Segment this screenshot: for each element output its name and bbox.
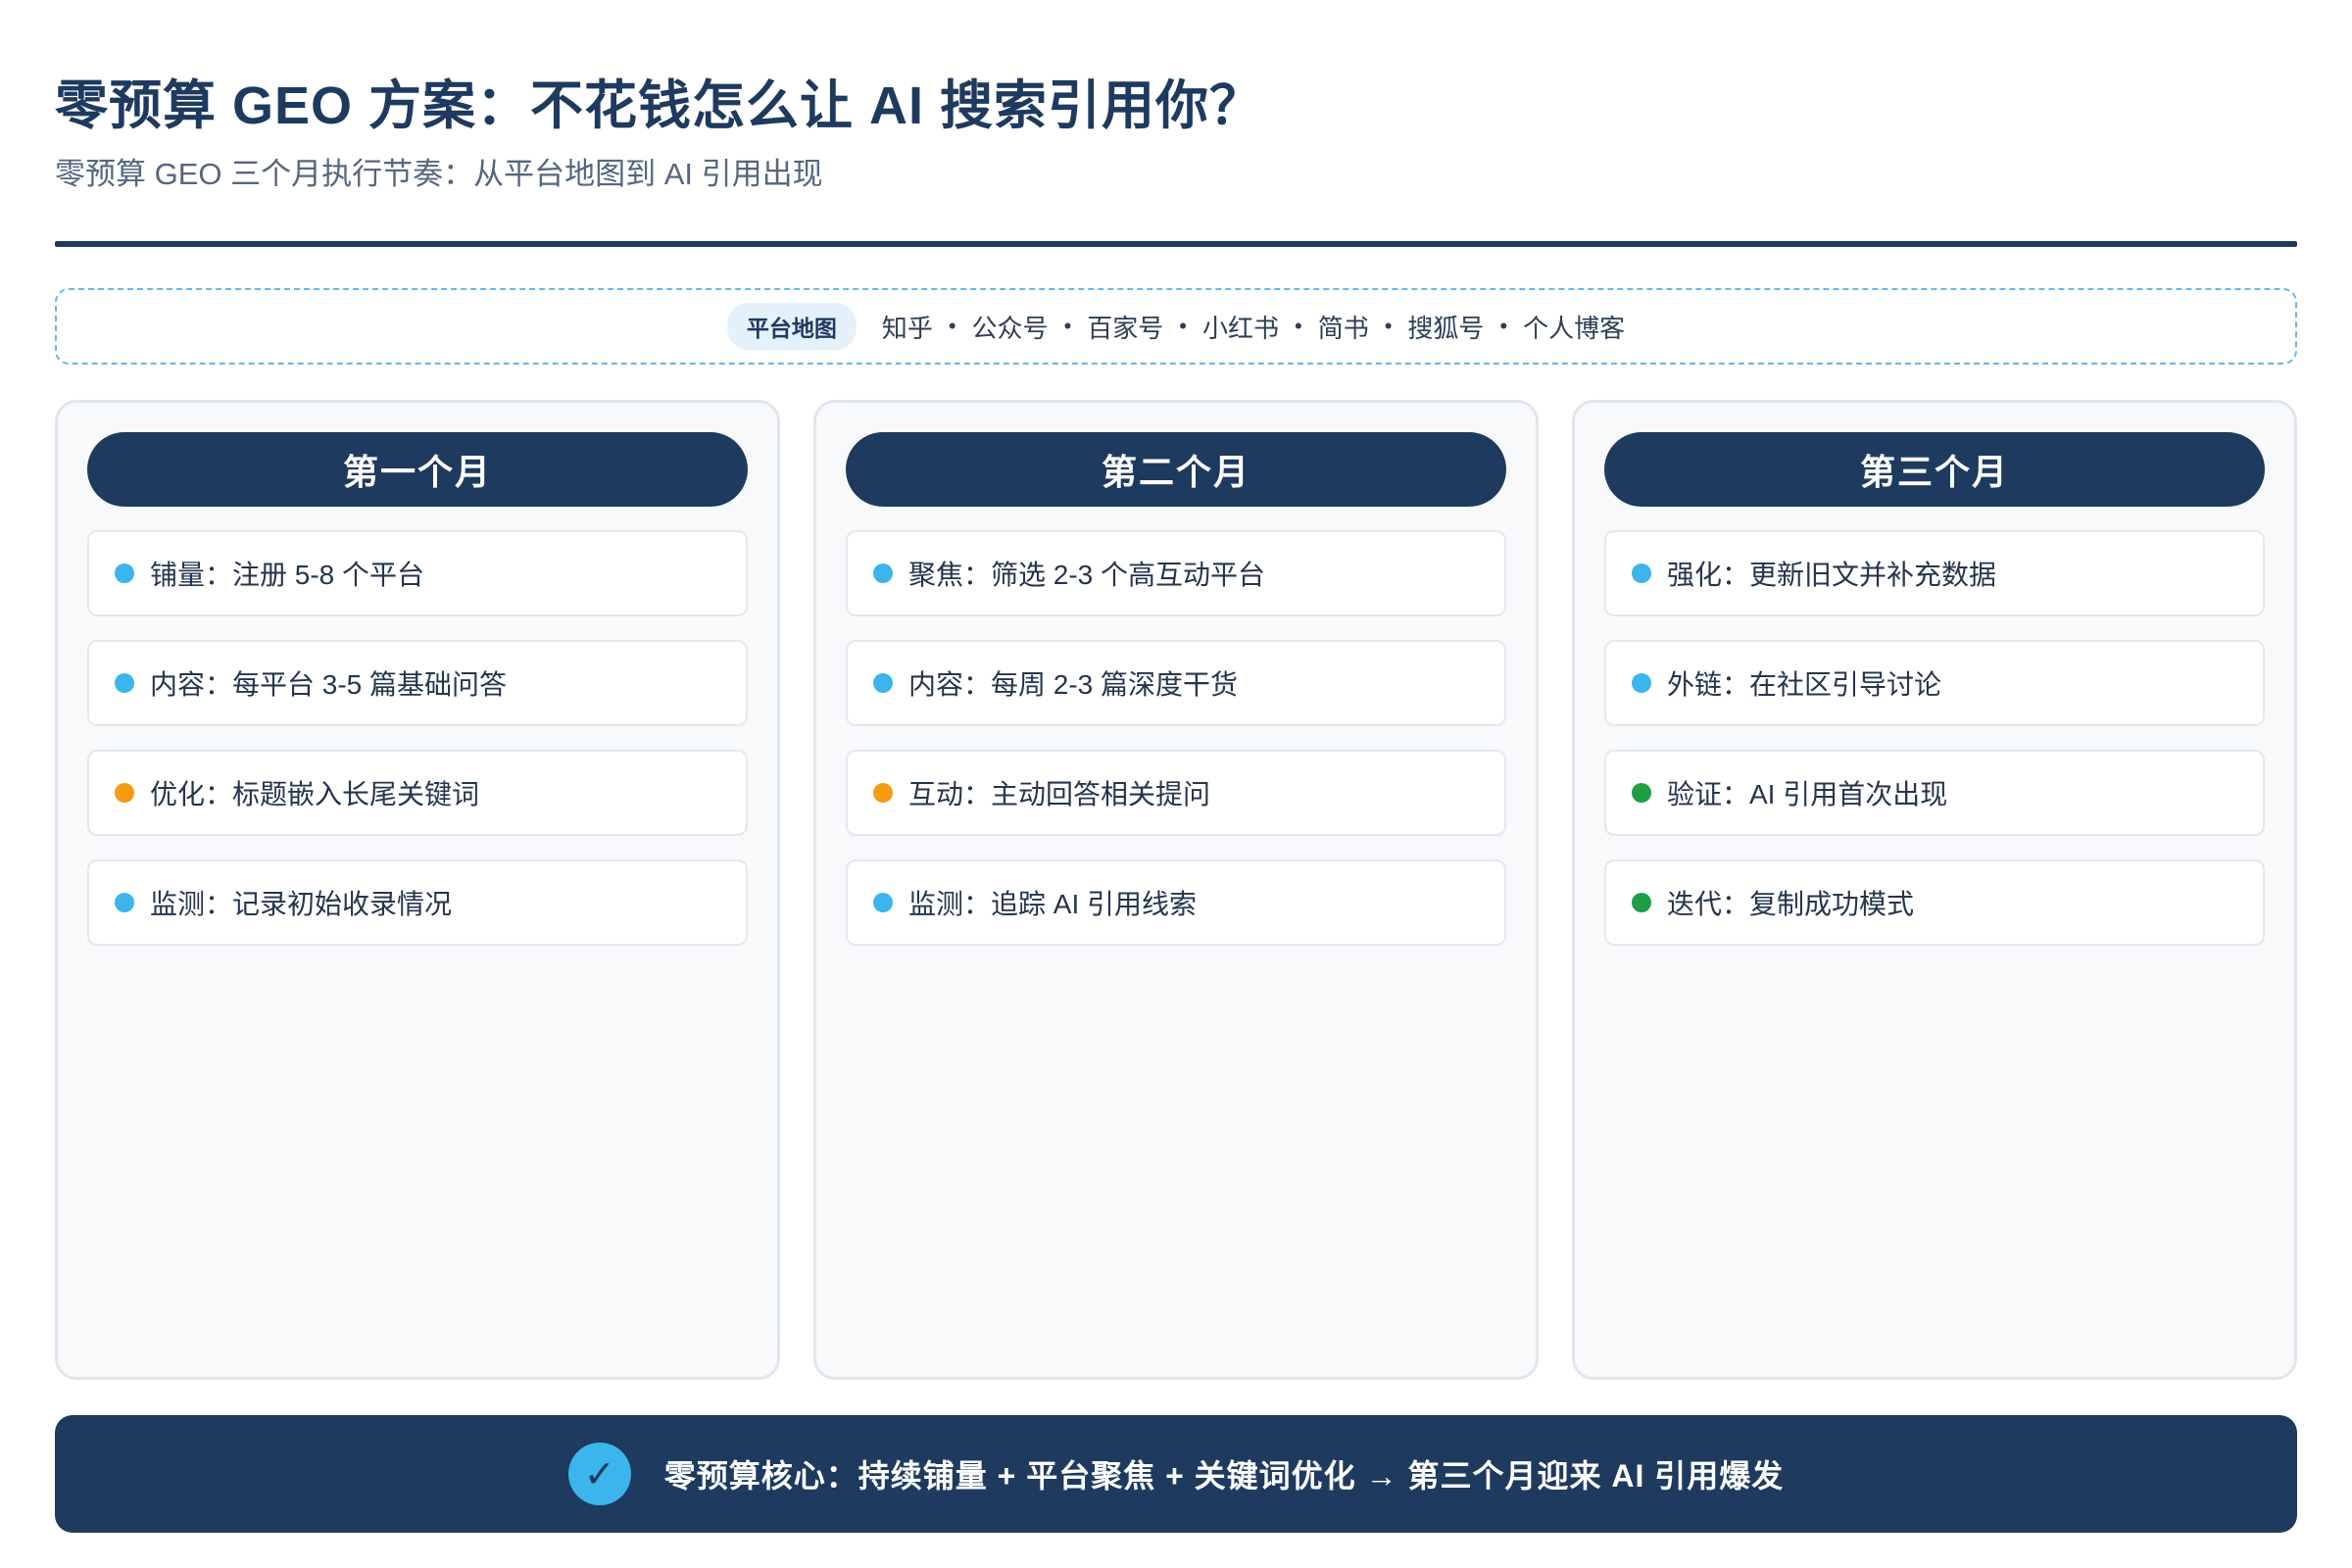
task-item: 优化：标题嵌入长尾关键词 [87, 750, 748, 836]
page-title: 零预算 GEO 方案：不花钱怎么让 AI 搜索引用你？ [55, 76, 1264, 135]
task-item: 验证：AI 引用首次出现 [1604, 750, 2265, 836]
bullet-dot [115, 673, 134, 693]
platform-separator: • [1295, 314, 1302, 338]
platform-separator: • [1063, 314, 1072, 338]
bullet-dot [1632, 673, 1651, 693]
bullet-dot [873, 564, 893, 583]
task-item: 迭代：复制成功模式 [1604, 859, 2265, 946]
platform-item-sohu: 搜狐号 [1407, 313, 1485, 343]
month-header-1: 第一个月 [87, 432, 748, 507]
task-text: 铺量：注册 5-8 个平台 [150, 560, 425, 590]
month-column-1: 第一个月 铺量：注册 5-8 个平台 内容：每平台 3-5 篇基础问答 优化：标… [55, 400, 780, 1380]
page-subtitle: 零预算 GEO 三个月执行节奏：从平台地图到 AI 引用出现 [55, 157, 823, 191]
task-item: 内容：每平台 3-5 篇基础问答 [87, 640, 748, 726]
platform-map-bar: 平台地图 知乎 • 公众号 • 百家号 • 小红书 • 简书 • 搜狐号 • 个… [55, 288, 2297, 365]
task-item: 监测：记录初始收录情况 [87, 859, 748, 946]
task-item: 聚焦：筛选 2-3 个高互动平台 [846, 530, 1506, 616]
platform-separator: • [1179, 314, 1187, 338]
platform-item-zhihu: 知乎 [881, 313, 933, 343]
platform-item-blog: 个人博客 [1523, 313, 1626, 343]
platform-item-xiaohongshu: 小红书 [1201, 313, 1279, 343]
bullet-dot [873, 673, 893, 693]
platform-map-tag: 平台地图 [726, 303, 857, 350]
task-item: 铺量：注册 5-8 个平台 [87, 530, 748, 616]
platform-item-wechat: 公众号 [971, 313, 1049, 343]
bullet-dot [115, 783, 134, 803]
bullet-dot [873, 783, 893, 803]
bullet-dot [115, 564, 134, 583]
bullet-dot [873, 893, 893, 912]
divider [55, 241, 2297, 247]
task-text: 强化：更新旧文并补充数据 [1667, 560, 1997, 590]
check-icon: ✓ [567, 1443, 631, 1505]
task-item: 强化：更新旧文并补充数据 [1604, 530, 2265, 616]
task-text: 迭代：复制成功模式 [1667, 889, 1915, 919]
bullet-dot [115, 893, 134, 912]
task-text: 内容：每平台 3-5 篇基础问答 [150, 669, 508, 700]
month-header-2: 第二个月 [846, 432, 1506, 507]
task-text: 优化：标题嵌入长尾关键词 [150, 779, 480, 809]
page: 零预算 GEO 方案：不花钱怎么让 AI 搜索引用你？ 零预算 GEO 三个月执… [0, 0, 2352, 1568]
summary-banner: ✓ 零预算核心：持续铺量 + 平台聚焦 + 关键词优化 → 第三个月迎来 AI … [55, 1415, 2297, 1533]
task-item: 互动：主动回答相关提问 [846, 750, 1506, 836]
task-text: 聚焦：筛选 2-3 个高互动平台 [908, 560, 1266, 590]
bullet-dot [1632, 893, 1651, 912]
month-columns: 第一个月 铺量：注册 5-8 个平台 内容：每平台 3-5 篇基础问答 优化：标… [55, 400, 2297, 1380]
task-text: 监测：追踪 AI 引用线索 [908, 889, 1198, 919]
task-item: 内容：每周 2-3 篇深度干货 [846, 640, 1506, 726]
task-text: 外链：在社区引导讨论 [1667, 669, 1942, 700]
bullet-dot [1632, 564, 1651, 583]
task-item: 监测：追踪 AI 引用线索 [846, 859, 1506, 946]
platform-separator: • [948, 314, 956, 338]
header: 零预算 GEO 方案：不花钱怎么让 AI 搜索引用你？ 零预算 GEO 三个月执… [55, 0, 2297, 194]
month-header-3: 第三个月 [1604, 432, 2265, 507]
bullet-dot [1632, 783, 1651, 803]
platform-item-baijiahao: 百家号 [1087, 313, 1164, 343]
month-column-2: 第二个月 聚焦：筛选 2-3 个高互动平台 内容：每周 2-3 篇深度干货 互动… [813, 400, 1539, 1380]
platform-separator: • [1384, 314, 1393, 338]
platform-separator: • [1499, 314, 1508, 338]
task-text: 验证：AI 引用首次出现 [1667, 779, 1948, 809]
month-column-3: 第三个月 强化：更新旧文并补充数据 外链：在社区引导讨论 验证：AI 引用首次出… [1572, 400, 2297, 1380]
task-text: 监测：记录初始收录情况 [150, 889, 453, 919]
task-text: 互动：主动回答相关提问 [908, 779, 1211, 809]
platform-item-jianshu: 简书 [1317, 313, 1369, 343]
task-item: 外链：在社区引导讨论 [1604, 640, 2265, 726]
summary-text: 零预算核心：持续铺量 + 平台聚焦 + 关键词优化 → 第三个月迎来 AI 引用… [663, 1458, 1785, 1494]
task-text: 内容：每周 2-3 篇深度干货 [908, 669, 1239, 700]
